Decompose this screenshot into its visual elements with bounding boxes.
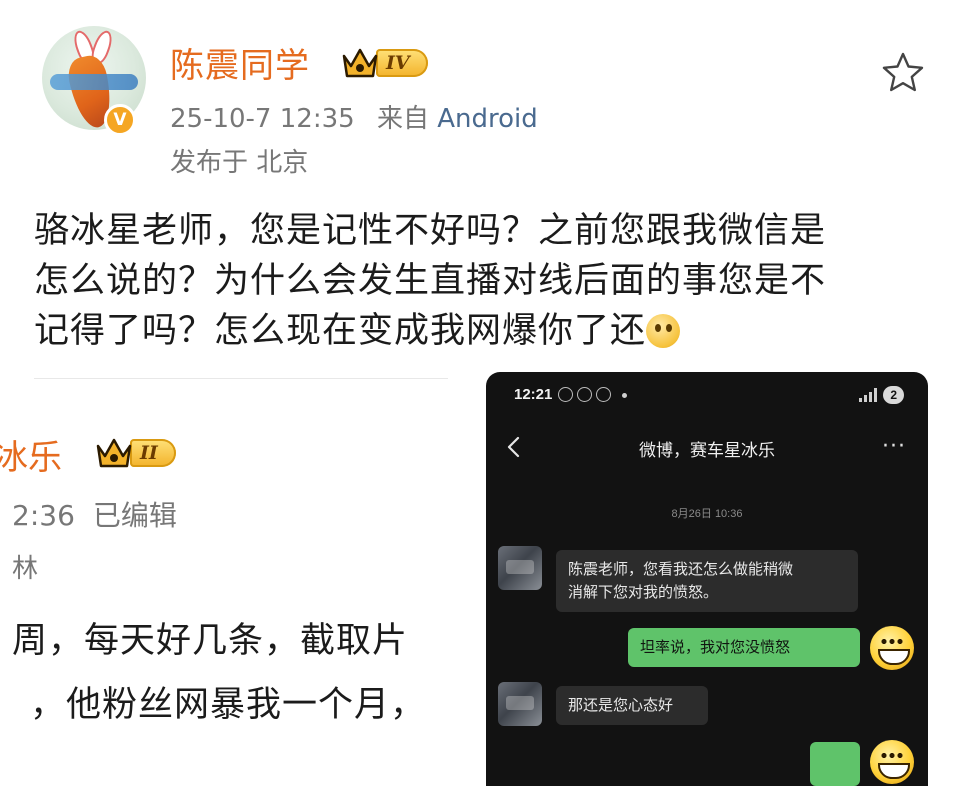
message-bubble-in[interactable]: 那还是您心态好 <box>556 686 708 725</box>
post-meta: 25-10-7 12:35 来自 Android <box>170 98 538 135</box>
notification-icon <box>558 387 573 402</box>
thinking-emoji-icon <box>646 314 681 348</box>
message-bubble-in[interactable]: 陈震老师，您看我还怎么做能稍微 消解下您对我的愤怒。 <box>556 550 858 612</box>
signal-icon <box>859 388 878 402</box>
status-time: 12:21 <box>514 386 553 403</box>
source-prefix: 来自 <box>376 104 429 134</box>
level-text: II <box>130 439 176 467</box>
status-right: 2 <box>859 386 904 404</box>
star-outline-icon[interactable] <box>880 50 926 94</box>
post-location: 发布于 北京 <box>170 148 309 178</box>
status-icons <box>558 387 611 402</box>
status-bar: 12:21 2 <box>486 372 928 418</box>
level-badge[interactable]: IV <box>340 44 428 82</box>
post-body: 骆冰星老师，您是记性不好吗？之前您跟我微信是 怎么说的？为什么会发生直播对线后面… <box>34 206 934 356</box>
chat-title: 微博，赛车星冰乐 <box>639 441 775 461</box>
post-line: 记得了吗？怎么现在变成我网爆你了还 <box>34 306 934 356</box>
post-line: 骆冰星老师，您是记性不好吗？之前您跟我微信是 <box>34 211 827 251</box>
chat-app-icon <box>577 387 592 402</box>
message-bubble-out[interactable]: 坦率说，我对您没愤怒 <box>628 628 860 667</box>
crown-icon <box>94 434 134 472</box>
contact-avatar[interactable] <box>498 546 542 590</box>
author-name[interactable]: 陈震同学 <box>170 38 310 87</box>
avatar-banner <box>50 74 138 90</box>
level-text: IV <box>376 49 428 77</box>
crown-icon <box>340 44 380 82</box>
self-avatar-smiley[interactable] <box>870 740 914 784</box>
post-line-2: ，他粉丝网暴我一个月， <box>30 685 427 725</box>
post-line: 怎么说的？为什么会发生直播对线后面的事您是不 <box>34 261 827 301</box>
chat-screenshot[interactable]: 12:21 2 微博，赛车星冰乐 ··· 8月26日 10:36 陈震老师，您看… <box>486 372 928 786</box>
post-date: 25-10-7 12:35 <box>170 104 355 134</box>
source-link[interactable]: Android <box>437 104 538 134</box>
a-icon <box>596 387 611 402</box>
self-avatar-smiley[interactable] <box>870 626 914 670</box>
post-line-2: 周，每天好几条，截取片 <box>12 621 409 661</box>
chat-header: 微博，赛车星冰乐 ··· <box>486 426 928 470</box>
post-location-2: 林 <box>12 554 39 584</box>
contact-avatar[interactable] <box>498 682 542 726</box>
status-dot <box>622 393 627 398</box>
message-bubble-out-partial[interactable] <box>810 742 860 786</box>
verified-v-icon: V <box>104 104 136 136</box>
post-meta-2: 2:36 已编辑 <box>12 494 177 534</box>
edited-label: 已编辑 <box>92 499 177 532</box>
chat-date-stamp: 8月26日 10:36 <box>671 508 743 520</box>
battery-badge: 2 <box>883 386 904 404</box>
divider <box>34 378 448 379</box>
post-time-2: 2:36 <box>12 499 75 532</box>
more-icon[interactable]: ··· <box>882 434 906 459</box>
level-badge-2[interactable]: II <box>94 434 176 472</box>
author-name-2[interactable]: 冰乐 <box>0 430 62 479</box>
